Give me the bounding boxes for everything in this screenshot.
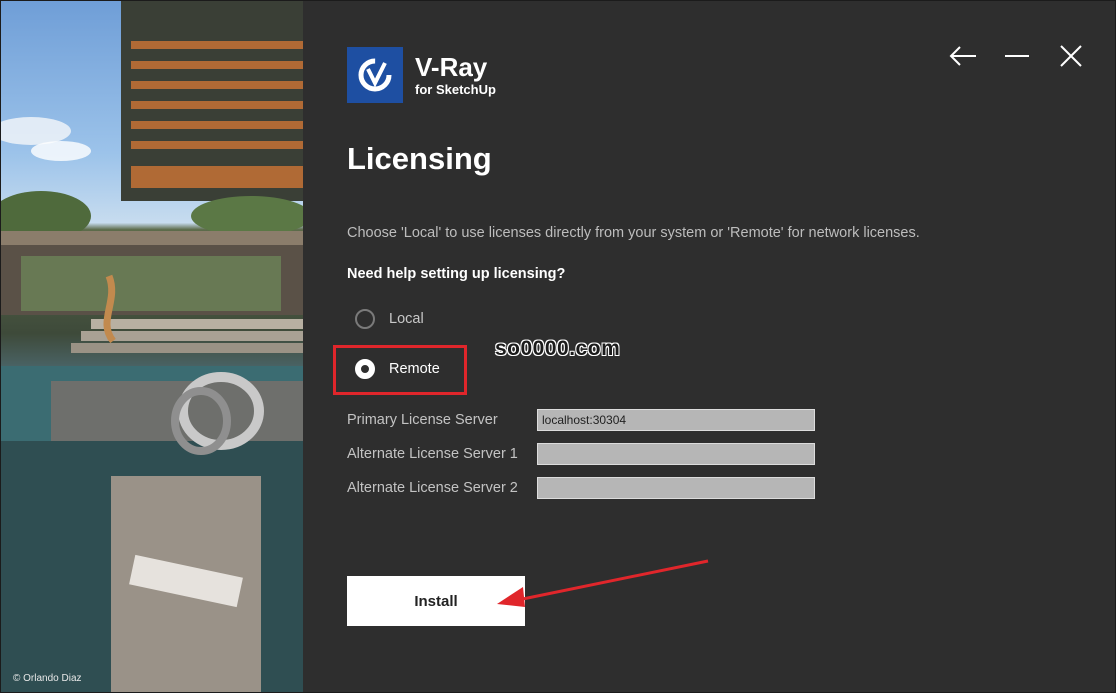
minimize-button[interactable] <box>999 41 1035 71</box>
logo-subtitle: for SketchUp <box>415 82 496 97</box>
local-label: Local <box>389 311 424 327</box>
licensing-description: Choose 'Local' to use licenses directly … <box>347 225 920 241</box>
close-icon <box>1060 45 1082 67</box>
content-panel: V-Ray for SketchUp Licensing Choose 'Loc… <box>303 1 1115 692</box>
remote-radio[interactable] <box>355 359 375 379</box>
vray-logo-icon <box>347 47 403 103</box>
primary-server-row: Primary License Server <box>347 409 815 431</box>
architecture-render-image <box>1 1 303 692</box>
back-arrow-icon <box>949 46 976 66</box>
alternate-server-2-label: Alternate License Server 2 <box>347 480 518 496</box>
watermark-text: so0000.com <box>495 337 621 360</box>
remote-option[interactable]: Remote <box>355 359 440 379</box>
close-button[interactable] <box>1053 41 1089 71</box>
licensing-help-link[interactable]: Need help setting up licensing? <box>347 266 565 282</box>
window-controls <box>945 41 1089 71</box>
alternate-server-1-row: Alternate License Server 1 <box>347 443 815 465</box>
back-button[interactable] <box>945 41 981 71</box>
annotation-arrow-icon <box>497 559 709 607</box>
installer-window: © Orlando Diaz V-Ray for SketchUp Licens… <box>0 0 1116 693</box>
logo-name: V-Ray <box>415 52 488 82</box>
image-credit: © Orlando Diaz <box>13 673 82 684</box>
minimize-icon <box>1005 55 1029 57</box>
alternate-server-2-row: Alternate License Server 2 <box>347 477 815 499</box>
primary-server-label: Primary License Server <box>347 412 498 428</box>
primary-server-input[interactable] <box>537 409 815 431</box>
alternate-server-1-input[interactable] <box>537 443 815 465</box>
page-title: Licensing <box>347 141 492 176</box>
alternate-server-2-input[interactable] <box>537 477 815 499</box>
local-option[interactable]: Local <box>355 309 424 329</box>
hero-image: © Orlando Diaz <box>1 1 303 692</box>
vray-logo: V-Ray for SketchUp <box>347 47 496 103</box>
remote-label: Remote <box>389 361 440 377</box>
alternate-server-1-label: Alternate License Server 1 <box>347 446 518 462</box>
local-radio[interactable] <box>355 309 375 329</box>
